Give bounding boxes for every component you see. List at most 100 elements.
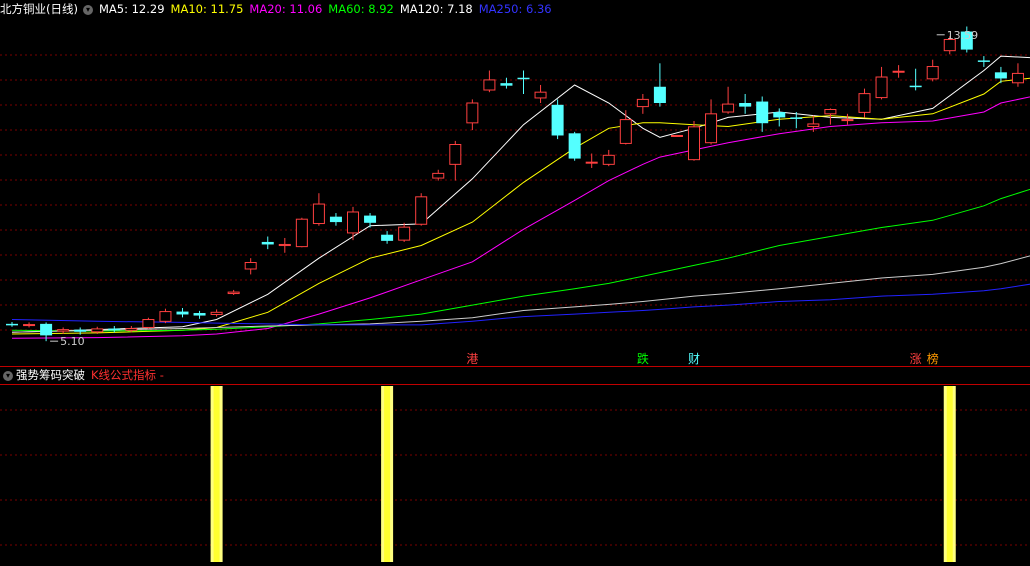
candle: [773, 108, 786, 127]
candle: [381, 231, 394, 244]
candle-body: [688, 126, 700, 161]
period-label[interactable]: (日线): [46, 2, 78, 16]
candle-body: [756, 101, 769, 124]
signal-bar-core: [213, 386, 220, 562]
candle: [347, 206, 359, 241]
candle: [415, 193, 428, 226]
candle-body: [449, 144, 462, 165]
indicator-grid: [0, 409, 1030, 546]
candle: [585, 153, 598, 168]
candle-body: [364, 215, 377, 223]
candle: [466, 99, 479, 131]
candle: [244, 258, 257, 275]
price-annotations: 13.59 5.10: [50, 29, 978, 348]
candle-body: [636, 98, 649, 108]
candle: [926, 59, 939, 82]
signal-bar-core: [384, 386, 391, 562]
candle-body: [500, 83, 513, 86]
candle-body: [892, 70, 905, 73]
candle-body: [261, 241, 274, 245]
ma10-label: MA10: 11.75: [170, 2, 244, 16]
candle-body: [244, 262, 257, 270]
candle: [636, 93, 649, 114]
moving-average-lines: [11, 55, 1030, 339]
candle-body: [295, 218, 308, 248]
candle-body: [193, 313, 206, 316]
candle-body: [585, 161, 598, 164]
candle-body: [858, 93, 871, 113]
candle-body: [381, 234, 394, 241]
candle: [841, 113, 854, 125]
candle-body: [517, 77, 530, 80]
candle-body: [108, 328, 121, 331]
candle-body: [415, 196, 428, 225]
candle: [688, 121, 700, 161]
candle-body: [6, 323, 18, 326]
candle-body: [159, 311, 172, 322]
settings-icon[interactable]: ▾: [82, 4, 93, 15]
candle: [619, 110, 632, 145]
candle: [108, 326, 121, 333]
candle: [705, 99, 718, 145]
candle-body: [1011, 72, 1024, 84]
indicator-title[interactable]: 强势筹码突破: [16, 368, 85, 382]
candle-body: [40, 323, 53, 336]
ma250-label: MA250: 6.36: [478, 2, 552, 16]
candle: [534, 84, 547, 103]
candle-body: [807, 123, 820, 127]
candle: [483, 70, 496, 93]
candle-body: [841, 119, 854, 122]
candle-body: [125, 328, 138, 331]
candle-body: [210, 311, 223, 315]
candle: [670, 134, 683, 137]
candle: [1011, 63, 1024, 87]
candle-body: [142, 319, 155, 328]
ma-line-ma60: [11, 188, 1030, 332]
annotation-label: 5.10: [60, 335, 85, 348]
candle-body: [347, 211, 359, 234]
candle-body: [551, 104, 564, 136]
candle: [858, 88, 871, 118]
candle-body: [227, 291, 240, 295]
candle: [977, 56, 990, 67]
candle-body: [773, 112, 786, 118]
candle: [295, 217, 308, 248]
ma5-label: MA5: 12.29: [98, 2, 165, 16]
stock-name[interactable]: 北方铜业: [0, 2, 46, 16]
candlesticks: [6, 26, 1024, 342]
candle: [602, 149, 615, 167]
chart-header: 北方铜业(日线) ▾ MA5: 12.29 MA10: 11.75 MA20: 11.0…: [0, 0, 1030, 18]
candle: [227, 289, 240, 295]
candle: [551, 99, 564, 140]
candle: [892, 65, 905, 78]
kline-chart[interactable]: 13.59 5.10 港 跌 财 涨榜: [0, 0, 1030, 566]
event-marker: 财: [688, 352, 700, 366]
candle-body: [909, 85, 922, 88]
candle-body: [176, 311, 189, 315]
candle-body: [312, 203, 325, 225]
candle: [653, 63, 666, 107]
ma60-label: MA60: 8.92: [328, 2, 394, 16]
ma120-label: MA120: 7.18: [399, 2, 473, 16]
candle-body: [977, 60, 990, 62]
candle-body: [926, 66, 939, 80]
indicator-signal-bars: [210, 386, 956, 562]
candle: [193, 310, 206, 319]
event-markers: 港 跌 财 涨榜: [466, 351, 938, 366]
event-marker: 榜: [927, 351, 939, 366]
candle-body: [790, 117, 803, 119]
candle-body: [722, 103, 735, 113]
candle: [398, 222, 411, 242]
candle-body: [653, 86, 666, 103]
candle: [142, 317, 155, 329]
candle: [23, 322, 36, 328]
indicator-header: ▾ 强势筹码突破 K线公式指标 -: [0, 367, 1030, 384]
candle-body: [432, 172, 445, 179]
candle: [722, 86, 735, 114]
event-marker: 港: [466, 352, 478, 366]
panel-divider-bottom: [0, 384, 1030, 385]
candle: [6, 322, 18, 327]
candle-body: [994, 72, 1007, 79]
candle-body: [602, 154, 615, 165]
collapse-icon[interactable]: ▾: [3, 370, 13, 381]
